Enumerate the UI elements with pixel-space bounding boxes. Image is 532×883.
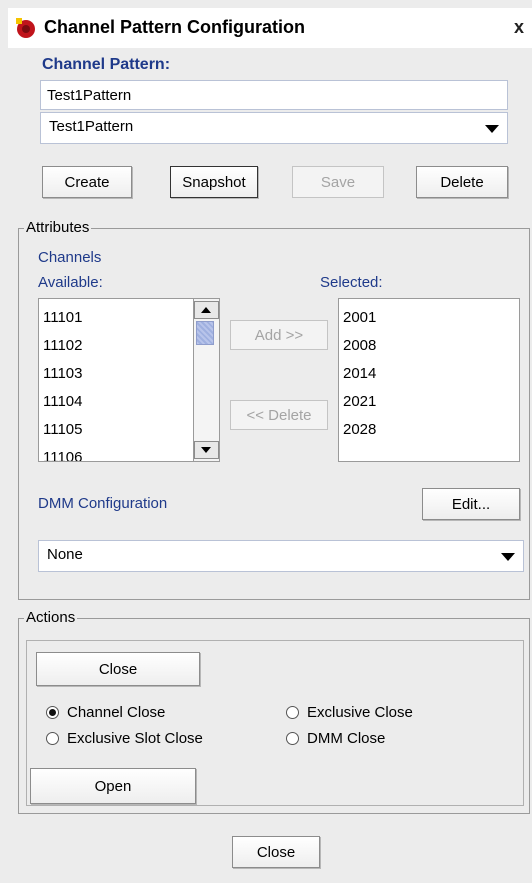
pattern-dropdown[interactable]: Test1Pattern bbox=[40, 112, 508, 144]
radio-channel-close[interactable]: Channel Close bbox=[46, 704, 165, 721]
radio-exclusive-slot-close[interactable]: Exclusive Slot Close bbox=[46, 730, 203, 747]
list-item[interactable]: 11101 bbox=[43, 309, 83, 326]
dialog-window: Channel Pattern Configuration x Channel … bbox=[0, 0, 532, 883]
create-button[interactable]: Create bbox=[42, 166, 132, 198]
close-icon[interactable]: x bbox=[514, 17, 524, 38]
chevron-down-icon bbox=[501, 553, 515, 561]
action-close-button[interactable]: Close bbox=[36, 652, 200, 686]
dialog-close-button[interactable]: Close bbox=[232, 836, 320, 868]
remove-channel-button[interactable]: << Delete bbox=[230, 400, 328, 430]
delete-button[interactable]: Delete bbox=[416, 166, 508, 198]
arrow-up-icon bbox=[201, 307, 211, 313]
list-item[interactable]: 11102 bbox=[43, 337, 83, 354]
dmm-dropdown-value: None bbox=[47, 546, 83, 563]
window-title: Channel Pattern Configuration bbox=[44, 17, 305, 37]
channel-pattern-label: Channel Pattern: bbox=[42, 56, 171, 73]
app-icon bbox=[16, 18, 35, 38]
list-item[interactable]: 2008 bbox=[343, 337, 376, 354]
add-channel-button[interactable]: Add >> bbox=[230, 320, 328, 350]
chevron-down-icon bbox=[485, 125, 499, 133]
channels-label: Channels bbox=[38, 249, 102, 266]
arrow-down-icon bbox=[201, 447, 211, 453]
list-item[interactable]: 2021 bbox=[343, 393, 376, 410]
list-item[interactable]: 11104 bbox=[43, 393, 83, 410]
list-item[interactable]: 2014 bbox=[343, 365, 376, 382]
attributes-legend: Attributes bbox=[24, 219, 92, 236]
list-item[interactable]: 2028 bbox=[343, 421, 376, 438]
dmm-configuration-label: DMM Configuration bbox=[38, 495, 168, 512]
radio-indicator bbox=[46, 706, 59, 719]
edit-dmm-button[interactable]: Edit... bbox=[422, 488, 520, 520]
actions-legend: Actions bbox=[24, 609, 78, 626]
radio-dmm-close[interactable]: DMM Close bbox=[286, 730, 385, 747]
save-button[interactable]: Save bbox=[292, 166, 384, 198]
available-channels-list[interactable]: 11101 11102 11103 11104 11105 11106 bbox=[38, 298, 220, 462]
open-button[interactable]: Open bbox=[30, 768, 196, 804]
radio-indicator bbox=[46, 732, 59, 745]
available-label: Available: bbox=[38, 274, 103, 291]
list-item[interactable]: 11106 bbox=[43, 449, 83, 461]
radio-label: Channel Close bbox=[67, 704, 166, 721]
radio-label: Exclusive Slot Close bbox=[67, 730, 203, 747]
radio-indicator bbox=[286, 732, 299, 745]
list-item[interactable]: 11103 bbox=[43, 365, 83, 382]
list-item[interactable]: 2001 bbox=[343, 309, 376, 326]
selected-label: Selected: bbox=[320, 274, 383, 291]
radio-label: DMM Close bbox=[307, 730, 386, 747]
radio-indicator bbox=[286, 706, 299, 719]
radio-exclusive-close[interactable]: Exclusive Close bbox=[286, 704, 413, 721]
scroll-up-button[interactable] bbox=[194, 301, 219, 319]
list-item[interactable]: 11105 bbox=[43, 421, 83, 438]
radio-label: Exclusive Close bbox=[307, 704, 413, 721]
scroll-down-button[interactable] bbox=[194, 441, 219, 459]
pattern-name-input[interactable] bbox=[40, 80, 508, 110]
selected-channels-list[interactable]: 2001 2008 2014 2021 2028 bbox=[338, 298, 520, 462]
available-scrollbar[interactable] bbox=[193, 299, 219, 461]
dmm-dropdown[interactable]: None bbox=[38, 540, 524, 572]
snapshot-button[interactable]: Snapshot bbox=[170, 166, 258, 198]
pattern-dropdown-value: Test1Pattern bbox=[49, 118, 134, 135]
title-bar[interactable]: Channel Pattern Configuration x bbox=[8, 8, 532, 48]
scroll-thumb[interactable] bbox=[196, 321, 214, 345]
